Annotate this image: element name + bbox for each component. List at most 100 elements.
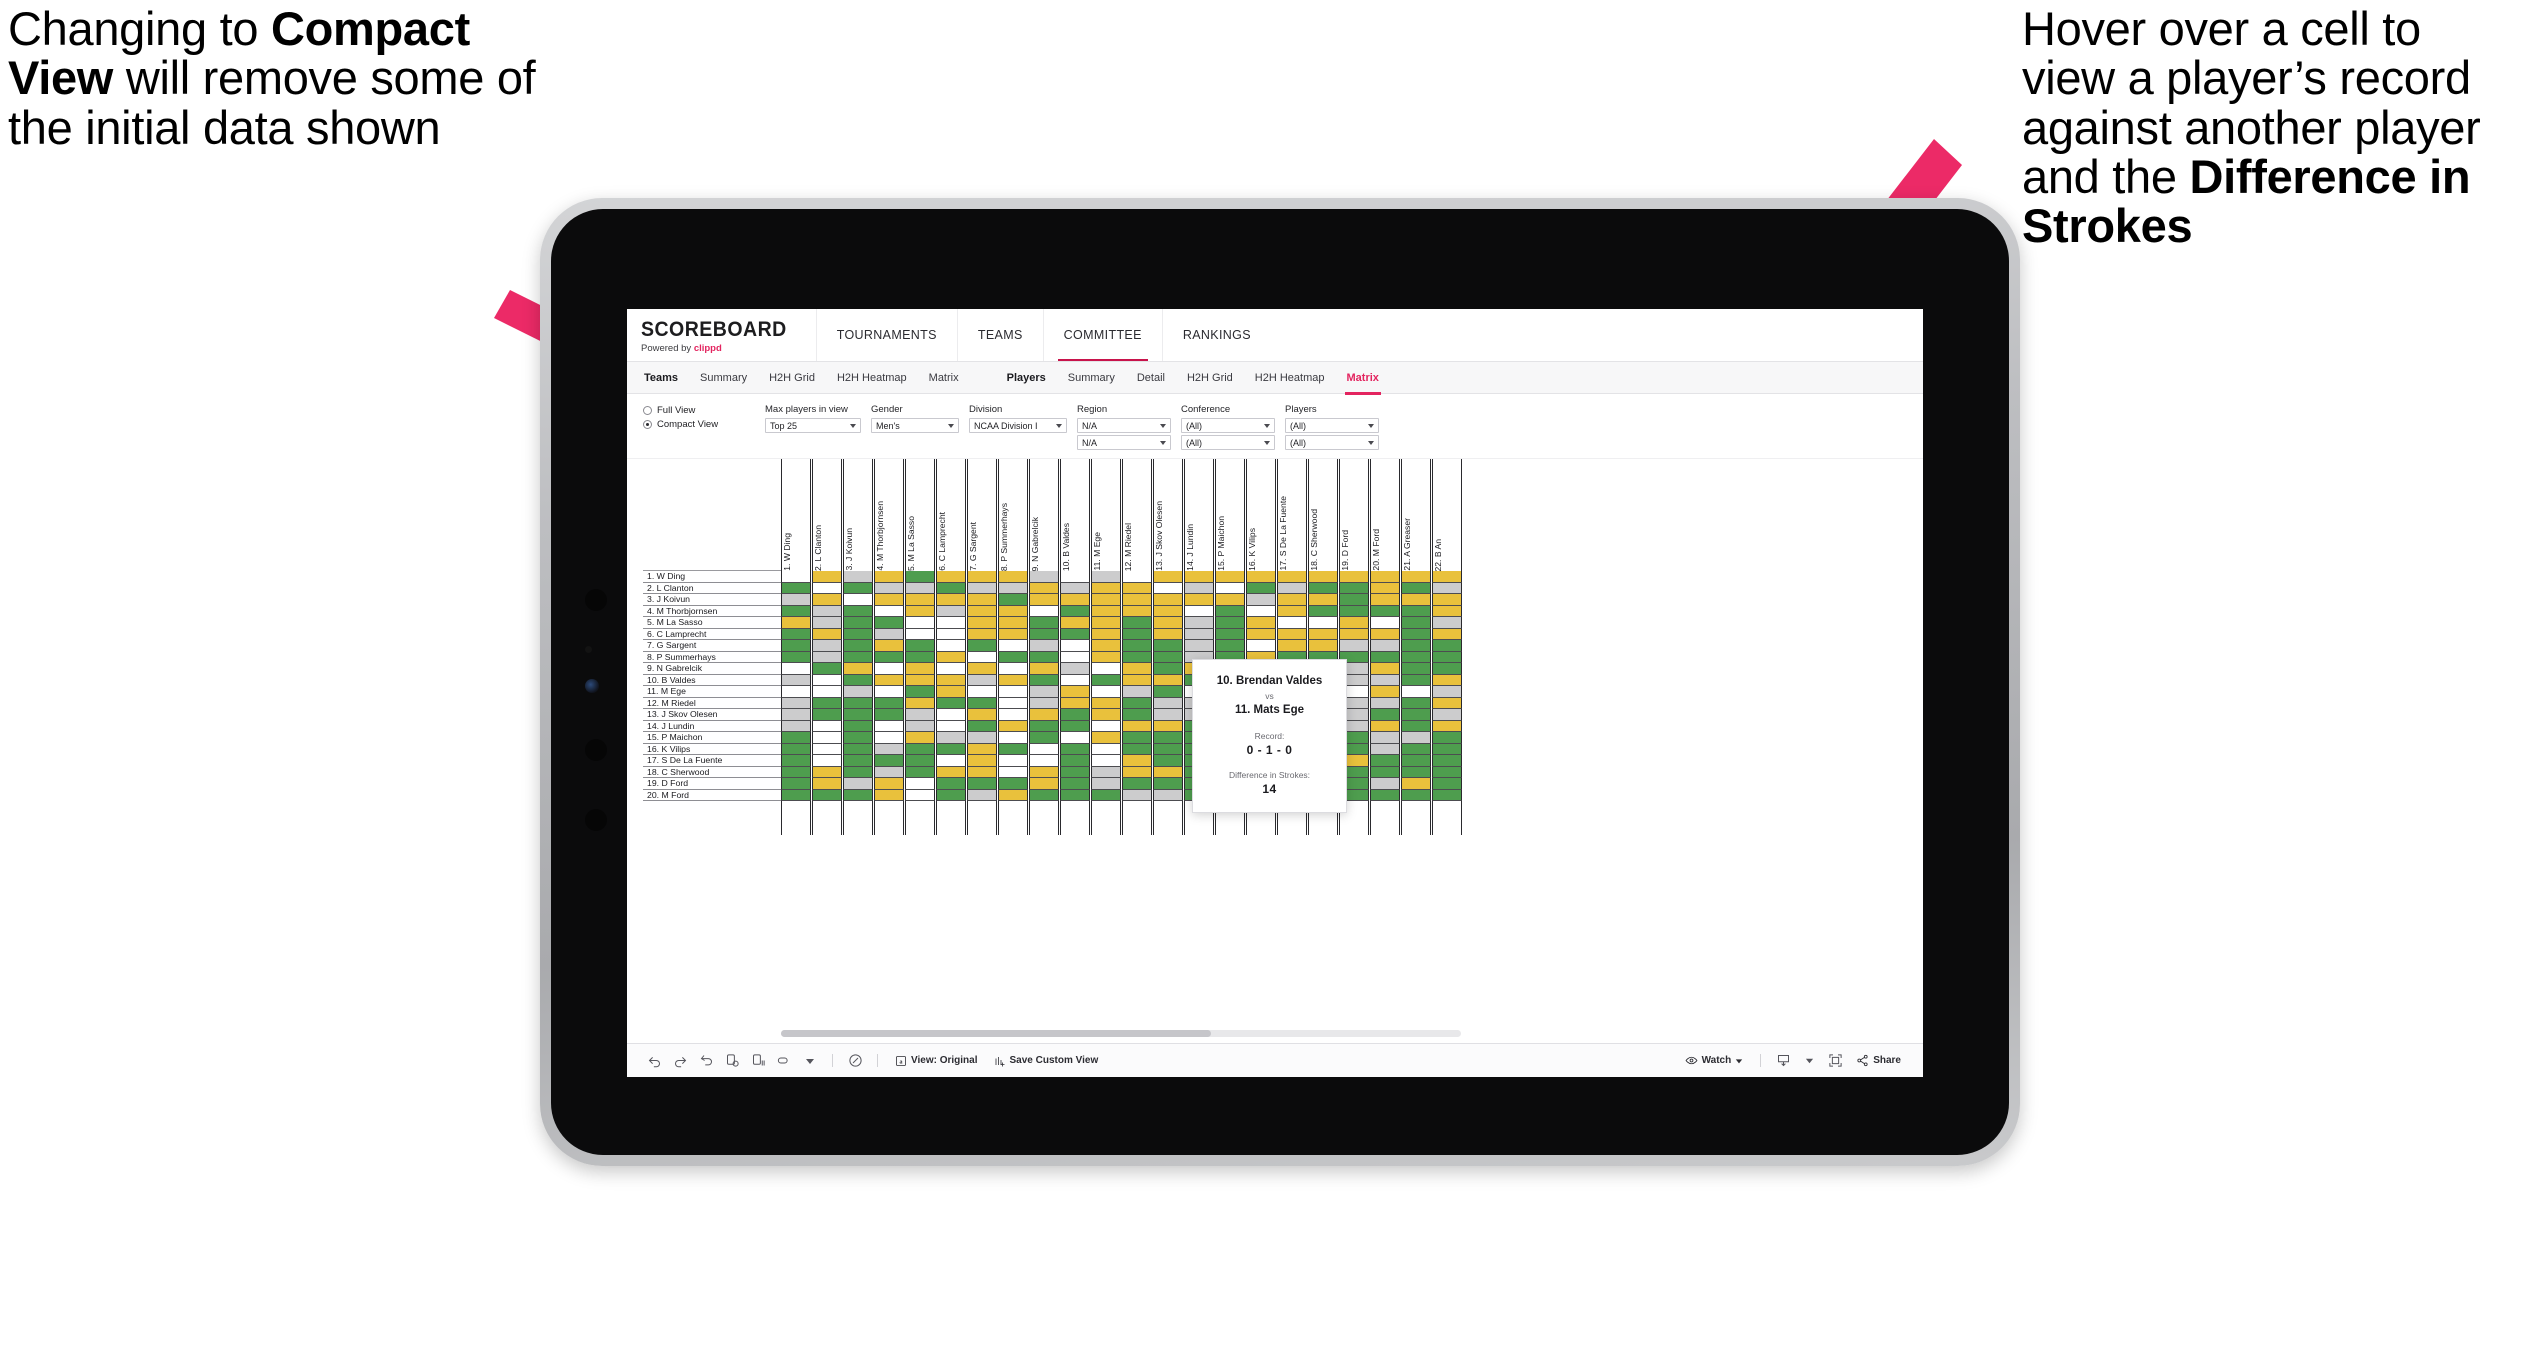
matrix-cell[interactable] [781, 789, 811, 801]
watch-button[interactable]: Watch [1677, 1054, 1752, 1067]
subnav-players-matrix[interactable]: Matrix [1336, 368, 1390, 395]
nav-tournaments[interactable]: TOURNAMENTS [815, 309, 957, 361]
matrix-cell[interactable] [843, 709, 873, 721]
matrix-cell[interactable] [1401, 582, 1431, 594]
matrix-cell[interactable] [1215, 617, 1245, 629]
matrix-cell[interactable] [1370, 640, 1400, 652]
matrix-cell[interactable] [781, 755, 811, 767]
matrix-cell[interactable] [905, 594, 935, 606]
matrix-cell[interactable] [1277, 582, 1307, 594]
matrix-cell[interactable] [874, 686, 904, 698]
matrix-cell[interactable] [1308, 582, 1338, 594]
matrix-cell[interactable] [1401, 594, 1431, 606]
matrix-cell[interactable] [1339, 628, 1369, 640]
matrix-cell[interactable] [812, 640, 842, 652]
matrix-cell[interactable] [1153, 789, 1183, 801]
matrix-cell[interactable] [1184, 640, 1214, 652]
matrix-cell[interactable] [1029, 720, 1059, 732]
matrix-cell[interactable] [1029, 789, 1059, 801]
matrix-cell[interactable] [843, 663, 873, 675]
matrix-cell[interactable] [905, 686, 935, 698]
matrix-cell[interactable] [1091, 640, 1121, 652]
matrix-cell[interactable] [812, 571, 842, 583]
matrix-cell[interactable] [1153, 709, 1183, 721]
matrix-cell[interactable] [1060, 732, 1090, 744]
matrix-cell[interactable] [1153, 582, 1183, 594]
matrix-cell[interactable] [1401, 766, 1431, 778]
matrix-cell[interactable] [1432, 697, 1462, 709]
matrix-cell[interactable] [1091, 789, 1121, 801]
matrix-cell[interactable] [1060, 743, 1090, 755]
matrix-cell[interactable] [1370, 778, 1400, 790]
matrix-cell[interactable] [1339, 571, 1369, 583]
dropdown-caret-icon[interactable] [797, 1044, 823, 1077]
matrix-cell[interactable] [1122, 628, 1152, 640]
matrix-cell[interactable] [1246, 628, 1276, 640]
matrix-cell[interactable] [998, 582, 1028, 594]
matrix-cell[interactable] [967, 697, 997, 709]
matrix-cell[interactable] [874, 674, 904, 686]
download-caret-icon[interactable] [1796, 1044, 1822, 1077]
matrix-cell[interactable] [905, 709, 935, 721]
filter-division-select[interactable]: NCAA Division I [969, 418, 1067, 433]
matrix-cell[interactable] [1029, 640, 1059, 652]
matrix-cell[interactable] [1277, 617, 1307, 629]
matrix-cell[interactable] [936, 697, 966, 709]
matrix-cell[interactable] [1370, 697, 1400, 709]
matrix-cell[interactable] [1029, 594, 1059, 606]
matrix-cell[interactable] [1029, 663, 1059, 675]
matrix-cell[interactable] [781, 743, 811, 755]
matrix-cell[interactable] [1029, 766, 1059, 778]
matrix-cell[interactable] [998, 605, 1028, 617]
matrix-cell[interactable] [1432, 743, 1462, 755]
matrix-cell[interactable] [1029, 628, 1059, 640]
matrix-cell[interactable] [1370, 663, 1400, 675]
matrix-cell[interactable] [812, 732, 842, 744]
matrix-cell[interactable] [1370, 720, 1400, 732]
matrix-cell[interactable] [1153, 651, 1183, 663]
matrix-cell[interactable] [936, 594, 966, 606]
matrix-cell[interactable] [1060, 720, 1090, 732]
matrix-cell[interactable] [812, 789, 842, 801]
matrix-cell[interactable] [1091, 709, 1121, 721]
matrix-cell[interactable] [1277, 594, 1307, 606]
matrix-cell[interactable] [1308, 594, 1338, 606]
matrix-cell[interactable] [998, 628, 1028, 640]
matrix-cell[interactable] [1122, 709, 1152, 721]
matrix-cell[interactable] [781, 617, 811, 629]
matrix-cell[interactable] [1122, 789, 1152, 801]
matrix-cell[interactable] [843, 651, 873, 663]
matrix-cell[interactable] [1246, 617, 1276, 629]
matrix-cell[interactable] [1215, 640, 1245, 652]
matrix-cell[interactable] [1029, 755, 1059, 767]
matrix-cell[interactable] [936, 766, 966, 778]
matrix-cell[interactable] [812, 766, 842, 778]
matrix-cell[interactable] [1401, 605, 1431, 617]
matrix-cell[interactable] [998, 663, 1028, 675]
nav-committee[interactable]: COMMITTEE [1042, 309, 1162, 361]
matrix-cell[interactable] [1432, 686, 1462, 698]
matrix-cell[interactable] [1432, 617, 1462, 629]
matrix-cell[interactable] [1029, 732, 1059, 744]
matrix-cell[interactable] [1060, 640, 1090, 652]
matrix-cell[interactable] [874, 697, 904, 709]
matrix-cell[interactable] [1091, 605, 1121, 617]
scrollbar-thumb[interactable] [781, 1030, 1211, 1037]
matrix-cell[interactable] [1401, 617, 1431, 629]
matrix-cell[interactable] [905, 697, 935, 709]
matrix-cell[interactable] [1122, 686, 1152, 698]
refresh-data-icon[interactable] [719, 1044, 745, 1077]
matrix-cell[interactable] [812, 651, 842, 663]
matrix-cell[interactable] [905, 651, 935, 663]
matrix-cell[interactable] [936, 789, 966, 801]
matrix-cell[interactable] [936, 686, 966, 698]
fullscreen-icon[interactable] [1822, 1044, 1848, 1077]
matrix-cell[interactable] [1153, 720, 1183, 732]
matrix-cell[interactable] [781, 571, 811, 583]
matrix-cell[interactable] [905, 571, 935, 583]
nav-rankings[interactable]: RANKINGS [1161, 309, 1271, 361]
matrix-cell[interactable] [1370, 617, 1400, 629]
matrix-cell[interactable] [1091, 674, 1121, 686]
matrix-cell[interactable] [1122, 605, 1152, 617]
matrix-cell[interactable] [1184, 582, 1214, 594]
